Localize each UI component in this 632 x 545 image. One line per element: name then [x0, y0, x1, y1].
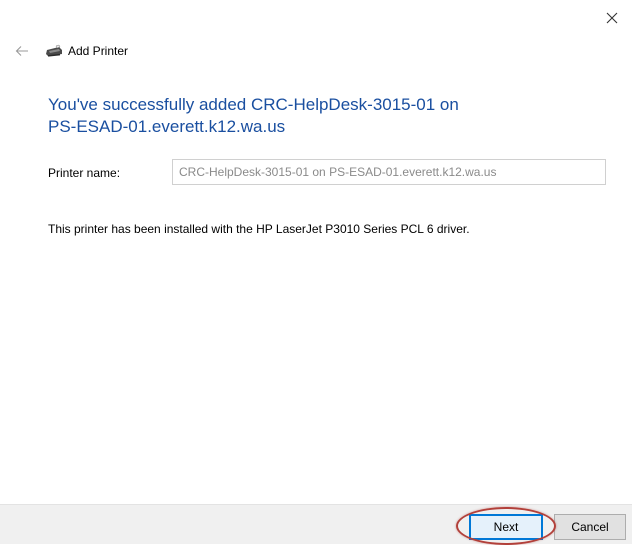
back-arrow-icon	[15, 46, 28, 56]
add-printer-dialog: Add Printer You've successfully added CR…	[0, 0, 632, 545]
next-button[interactable]: Next	[469, 514, 543, 540]
wizard-header: Add Printer	[12, 40, 128, 62]
close-icon	[606, 12, 618, 24]
printer-name-field[interactable]	[172, 159, 606, 185]
printer-name-row: Printer name:	[48, 159, 608, 187]
success-heading: You've successfully added CRC-HelpDesk-3…	[48, 94, 588, 138]
printer-name-label: Printer name:	[48, 166, 121, 180]
printer-icon	[44, 43, 64, 59]
success-heading-line2: PS-ESAD-01.everett.k12.wa.us	[48, 117, 286, 136]
success-heading-line1: You've successfully added CRC-HelpDesk-3…	[48, 95, 459, 114]
wizard-title: Add Printer	[68, 44, 129, 58]
driver-info-text: This printer has been installed with the…	[48, 222, 470, 236]
close-button[interactable]	[598, 6, 626, 30]
cancel-button[interactable]: Cancel	[554, 514, 626, 540]
dialog-footer: Next Cancel	[0, 504, 632, 545]
back-button[interactable]	[12, 41, 32, 61]
